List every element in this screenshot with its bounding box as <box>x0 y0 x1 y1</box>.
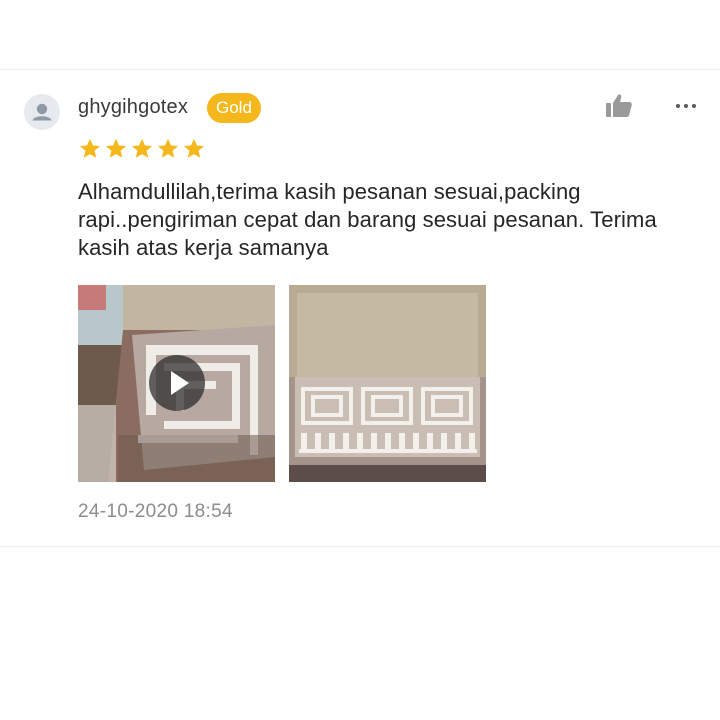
star-icon <box>106 138 126 158</box>
play-button[interactable] <box>149 355 205 411</box>
review-video-thumbnail[interactable] <box>78 285 275 482</box>
play-icon <box>171 371 189 395</box>
review-page: ghygihgotex Gold Alhamdullilah,terima ka… <box>0 0 720 720</box>
star-icon <box>80 138 100 158</box>
thumbs-up-icon <box>606 94 632 117</box>
star-icon <box>158 138 178 158</box>
membership-badge: Gold <box>207 93 261 123</box>
bottom-divider <box>0 546 720 547</box>
like-button[interactable] <box>604 93 634 119</box>
review-photo-thumbnail[interactable] <box>289 285 486 482</box>
star-icon <box>132 138 152 158</box>
reviewer-username: ghygihgotex <box>78 96 189 118</box>
more-options-button[interactable] <box>672 96 700 116</box>
star-icon <box>184 138 204 158</box>
more-dots-icon <box>676 104 696 108</box>
review-text: Alhamdullilah,terima kasih pesanan sesua… <box>78 179 657 260</box>
review-timestamp: 24-10-2020 18:54 <box>78 501 233 522</box>
top-divider <box>0 69 720 70</box>
user-icon <box>32 103 52 121</box>
user-avatar[interactable] <box>24 94 60 130</box>
star-rating <box>78 137 206 161</box>
photo-image <box>289 285 486 482</box>
